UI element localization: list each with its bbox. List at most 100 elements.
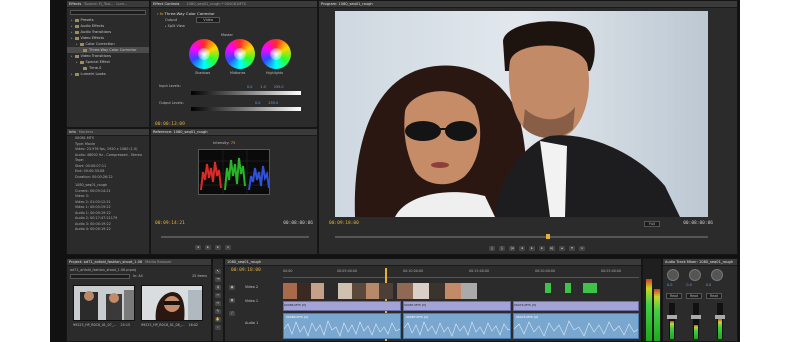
step-back-icon[interactable]: ◂ (519, 246, 525, 251)
program-playhead[interactable] (546, 234, 550, 239)
track-header-video2[interactable]: Video 2 (245, 285, 258, 289)
tab-project[interactable]: Project: ad71_anfold_fashion_shoot_1.06 (69, 260, 142, 264)
video1-filmstrip[interactable] (283, 283, 393, 299)
pan-knob-icon[interactable] (711, 269, 723, 281)
video-clip[interactable] (583, 283, 597, 293)
project-thumbnail[interactable] (73, 285, 135, 321)
project-search-input[interactable] (70, 274, 130, 279)
volume-fader[interactable] (667, 303, 677, 339)
effects-tree-item[interactable]: ▸ Lumetri Looks (67, 71, 149, 77)
pan-knob-icon[interactable] (667, 269, 679, 281)
eye-icon[interactable]: ◉ (229, 285, 235, 290)
project-in-filter[interactable]: In: All (133, 274, 143, 278)
effect-controls-timecode[interactable]: 00:00:13:09 (155, 122, 185, 127)
tab-effect-controls[interactable]: Effect Controls (153, 2, 179, 6)
mark-out-icon[interactable]: } (499, 246, 505, 251)
tab-effects[interactable]: Effects (69, 2, 81, 6)
step-forward-icon[interactable]: ▸ (539, 246, 545, 251)
expand-triangle-icon[interactable]: ▸ (76, 41, 78, 47)
program-scrub-bar[interactable] (335, 236, 708, 238)
video1-clip[interactable]: 00087.MTS [V] (403, 301, 511, 311)
mark-in-icon[interactable]: { (489, 246, 495, 251)
output-black-value[interactable]: 0.0 (255, 101, 260, 105)
track-header-audio1[interactable]: Audio 1 (245, 321, 258, 325)
tab-markers[interactable]: Markers (79, 130, 93, 134)
speaker-icon[interactable]: ♪ (229, 311, 235, 316)
highlights-wheel[interactable] (261, 39, 291, 69)
automation-mode-select[interactable]: Read (686, 293, 703, 299)
export-frame-icon[interactable]: ▫ (225, 245, 231, 250)
input-white-value[interactable]: 255.0 (274, 85, 284, 89)
video1-filmstrip[interactable] (397, 283, 477, 299)
input-levels-slider[interactable] (191, 91, 301, 95)
project-thumbnail[interactable] (141, 285, 203, 321)
export-frame-icon[interactable]: ▫ (579, 246, 585, 251)
slip-tool-icon[interactable]: ↔ (215, 301, 221, 306)
effects-search-input[interactable] (70, 10, 146, 15)
zoom-tool-icon[interactable]: ⌕ (215, 325, 221, 330)
pan-value[interactable]: 0.0 (686, 283, 691, 287)
timeline-timecode[interactable]: 00:09:18:00 (231, 268, 261, 273)
hand-tool-icon[interactable]: ✋ (215, 317, 221, 322)
tab-program[interactable]: Program: 1080_seq01_rough (321, 2, 373, 6)
audio-clip[interactable]: 00086.MTS [A] (283, 313, 401, 339)
output-white-value[interactable]: 255.0 (268, 101, 278, 105)
automation-mode-select[interactable]: Read (666, 293, 683, 299)
audio-clip[interactable]: 00074.MTS [A] (513, 313, 639, 339)
razor-tool-icon[interactable]: ✂ (215, 293, 221, 298)
program-fit-select[interactable]: Full (644, 221, 661, 227)
tab-reference[interactable]: Reference: 1080_seq01_rough (153, 130, 208, 134)
collapse-triangle-icon[interactable]: ▸ (165, 24, 167, 28)
video1-clip[interactable]: 00086.MTS [V] (283, 301, 401, 311)
reference-scrub-bar[interactable] (161, 236, 309, 238)
tab-audio-mixer[interactable]: Audio Track Mixer: 1080_seq01_rough (665, 260, 733, 264)
tab-media-browser[interactable]: Media Browser (145, 260, 172, 264)
play-icon[interactable]: ▸ (529, 246, 535, 251)
eye-icon[interactable]: ◉ (229, 298, 235, 303)
timeline-ruler[interactable]: 00:00 00:05:00:00 00:10:00:00 00:15:00:0… (283, 269, 639, 278)
selection-tool-icon[interactable]: ↖ (215, 269, 221, 274)
tab-lumetri[interactable]: Lum... (116, 2, 127, 6)
midtones-wheel[interactable] (225, 39, 255, 69)
extract-icon[interactable]: ▾ (569, 246, 575, 251)
pan-knob-icon[interactable] (689, 269, 701, 281)
intensity-value[interactable]: 75 (231, 141, 236, 145)
automation-mode-select[interactable]: Read (706, 293, 723, 299)
tab-info[interactable]: Info (69, 130, 76, 134)
expand-triangle-icon[interactable]: ▸ (71, 71, 73, 77)
expand-triangle-icon[interactable]: ▸ (76, 59, 78, 65)
pen-tool-icon[interactable]: ✎ (215, 309, 221, 314)
lift-icon[interactable]: ▴ (559, 246, 565, 251)
play-icon[interactable]: ▸ (205, 245, 211, 250)
tab-source[interactable]: Source: FJ_Tod... (84, 2, 113, 6)
volume-fader[interactable] (691, 303, 701, 339)
tab-sequence-clip[interactable]: 1080_seq01_rough * 000081MTS (186, 2, 246, 6)
in-value[interactable]: All (138, 274, 142, 278)
program-timecode-left[interactable]: 00:09:18:00 (329, 221, 359, 226)
shadows-wheel[interactable] (189, 39, 219, 69)
go-to-in-icon[interactable]: |◂ (509, 246, 515, 251)
step-back-icon[interactable]: ◂ (195, 245, 201, 250)
step-forward-icon[interactable]: ▸ (215, 245, 221, 250)
timeline-tabbar: 1080_seq01_rough (225, 259, 641, 266)
track-select-tool-icon[interactable]: ⇥ (215, 277, 221, 282)
track-header-video1[interactable]: Video 1 (245, 299, 258, 303)
video-clip[interactable] (545, 283, 551, 293)
tab-sequence[interactable]: 1080_seq01_rough (227, 260, 261, 264)
video-clip[interactable] (565, 283, 571, 293)
output-levels-slider[interactable] (191, 107, 301, 111)
output-select[interactable]: Video (196, 17, 221, 23)
volume-fader[interactable] (715, 303, 725, 339)
expand-triangle-icon[interactable]: ▾ (157, 12, 159, 16)
audio-clip[interactable]: 00087.MTS [A] (403, 313, 511, 339)
go-to-out-icon[interactable]: ▸| (549, 246, 555, 251)
pan-value[interactable]: 0.0 (706, 283, 711, 287)
expand-triangle-icon[interactable]: ▸ (71, 35, 73, 41)
input-gray-value[interactable]: 1.0 (260, 85, 265, 89)
expand-triangle-icon[interactable]: ▸ (71, 53, 73, 59)
reference-timecode-left[interactable]: 00:09:14:21 (155, 221, 185, 226)
pan-value[interactable]: 0.0 (667, 283, 672, 287)
ripple-edit-tool-icon[interactable]: ╪ (215, 285, 221, 290)
video1-clip[interactable]: 00074.MTS [V] (513, 301, 639, 311)
input-black-value[interactable]: 0.0 (247, 85, 252, 89)
